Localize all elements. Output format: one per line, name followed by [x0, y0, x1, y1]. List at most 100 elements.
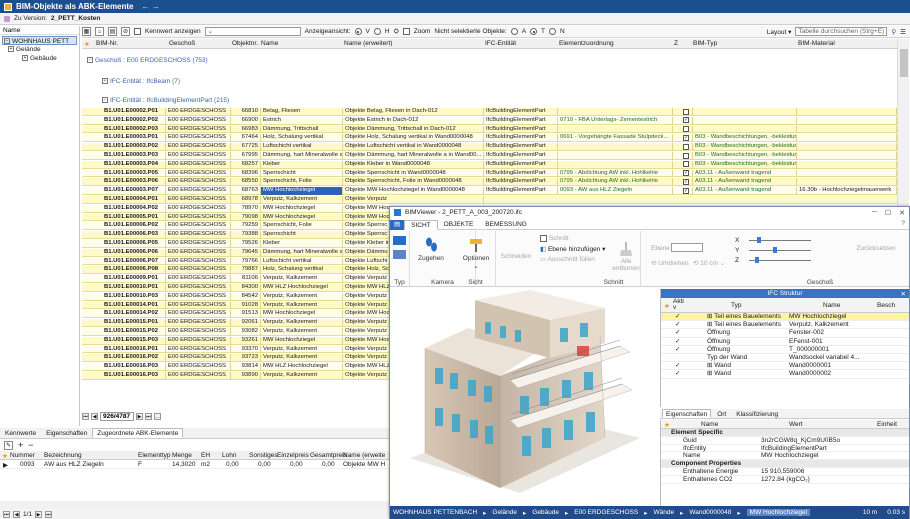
ifc-name[interactable]: Wand0000001 — [789, 362, 831, 370]
opt-t-radio[interactable] — [530, 28, 538, 35]
zugehen-button[interactable]: Zugehen — [418, 237, 444, 262]
cell-geschoss[interactable]: E00 ERDGESCHOSS — [166, 222, 231, 231]
schnitt-option[interactable]: Schnitt — [540, 235, 569, 242]
cell-bim-nr[interactable]: B1.U01.E00015.P01 — [102, 319, 166, 327]
cell-name[interactable]: Verputz, Kalkzement — [261, 319, 343, 327]
cell-zugeordnet-checkbox[interactable] — [681, 143, 693, 151]
bcol-eh[interactable]: EH — [201, 452, 210, 459]
cell-geschoss[interactable]: E00 ERDGESCHOSS — [166, 319, 231, 327]
cell-objektnr[interactable]: 93082 — [231, 328, 261, 336]
opt-n-radio[interactable] — [549, 28, 557, 35]
cell-bim-typ[interactable]: B03 - Wandbeschichtungen, -bekleidungen — [693, 160, 797, 169]
cell-name[interactable]: MW Hochlochziegel — [261, 187, 343, 195]
bcell-name[interactable]: Objekte MW H — [343, 461, 385, 468]
building-model-render[interactable] — [390, 288, 658, 506]
cell-objektnr[interactable]: 68550 — [231, 178, 261, 187]
distance-select[interactable]: ⟲ 10 cm ⌄ — [693, 259, 725, 267]
cell-geschoss[interactable]: E00 ERDGESCHOSS — [166, 248, 231, 257]
ifc-aktiv-check[interactable]: ✓ — [675, 329, 680, 337]
col-ifc[interactable]: IFC-Entität — [485, 40, 516, 47]
cell-geschoss[interactable]: E00 ERDGESCHOSS — [166, 134, 231, 143]
property-row[interactable]: Enthaltenes CO2 1272.84 (kgCO₂) — [661, 476, 909, 484]
ifc-row[interactable]: ✓ ⊞ Teil eines Bauelements MW Hochlochzieg… — [661, 313, 909, 322]
cell-bim-nr[interactable]: B1.U01.E00006.P06 — [102, 248, 166, 257]
minimize-icon[interactable]: ─ — [872, 209, 877, 217]
ebene-select[interactable] — [671, 243, 703, 252]
status-breadcrumb-item[interactable]: Wand0000048 — [689, 509, 731, 516]
cell-bim-nr[interactable]: B1.U01.E00010.P01 — [102, 284, 166, 292]
cell-name[interactable]: MW HLZ Hochlochziegel — [261, 363, 343, 371]
checkbox-tick[interactable]: ✓ — [683, 187, 689, 194]
cell-name-erweitert[interactable]: Objekte Sperrschicht in Wand0000048 — [343, 169, 484, 178]
view-mode-icon[interactable] — [393, 250, 406, 259]
cell-objektnr[interactable]: 81106 — [231, 275, 261, 283]
cell-objektnr[interactable]: 66983 — [231, 125, 261, 134]
cell-name-erweitert[interactable]: Objekte Estrich in Dach-012 — [343, 116, 484, 125]
cell-bim-nr[interactable]: B1.U01.E00010.P03 — [102, 292, 166, 301]
col-bim[interactable]: BIM-Nr. — [96, 40, 118, 47]
cell-elementzuordnung[interactable]: 0795 - Abdichtung AW inkl. Hohlkehle — [558, 178, 673, 187]
cell-objektnr[interactable]: 79645 — [231, 248, 261, 257]
cell-objektnr[interactable]: 66810 — [231, 108, 261, 116]
pager-option-icon[interactable]: … — [154, 412, 161, 420]
cell-zugeordnet-checkbox[interactable]: ✓ — [681, 178, 693, 187]
cell-ifc-entitaet[interactable]: IfcBuildingElementPart — [484, 108, 558, 116]
property-row[interactable]: Enthaltene Energie 15 910,559006 — [661, 468, 909, 476]
search-icon[interactable]: ⚲ — [891, 28, 896, 36]
cell-geschoss[interactable]: E00 ERDGESCHOSS — [166, 187, 231, 195]
cell-name[interactable]: Dämmung, hart Mineralwolle a — [261, 248, 343, 257]
cell-elementzuordnung[interactable]: 0691 - Vorgehängte Fassade Stulpdeck... — [558, 134, 673, 143]
ifc-typ[interactable]: ⊞ Teil eines Bauelements — [707, 321, 781, 329]
cell-bim-material[interactable] — [797, 160, 897, 169]
cell-objektnr[interactable]: 84300 — [231, 284, 261, 292]
cell-ifc-entitaet[interactable]: IfcBuildingElementPart — [484, 143, 558, 151]
cell-geschoss[interactable]: E00 ERDGESCHOSS — [166, 204, 231, 213]
cell-name[interactable]: Verputz, Kalkzement — [261, 301, 343, 310]
cell-name[interactable]: Sperrschicht, Folie — [261, 178, 343, 187]
cell-name[interactable]: Verputz, Kalkzement — [261, 292, 343, 301]
cell-bim-nr[interactable]: B1.U01.E00015.P03 — [102, 336, 166, 345]
col-name[interactable]: Name — [261, 40, 278, 47]
ifc-aktiv-check[interactable]: ✓ — [675, 362, 680, 370]
cube-view-icon[interactable] — [393, 236, 406, 245]
cell-geschoss[interactable]: E00 ERDGESCHOSS — [166, 301, 231, 310]
cell-bim-nr[interactable]: B1.U01.E00005.P01 — [102, 213, 166, 222]
first-page-icon[interactable]: ⏮ — [3, 510, 10, 518]
cell-bim-nr[interactable]: B1.U01.E00009.P01 — [102, 275, 166, 283]
collapse-icon[interactable]: − — [102, 97, 108, 104]
cell-bim-material[interactable] — [797, 125, 897, 134]
cell-objektnr[interactable]: 79766 — [231, 257, 261, 266]
tab-klassifizierung[interactable]: Klassifizierung — [732, 409, 782, 418]
ifc-aktiv-check[interactable]: ✓ — [675, 370, 680, 378]
cell-geschoss[interactable]: E00 ERDGESCHOSS — [166, 169, 231, 178]
cell-geschoss[interactable]: E00 ERDGESCHOSS — [166, 178, 231, 187]
layout-dropdown[interactable]: Layout ▾ — [767, 28, 792, 36]
cell-bim-nr[interactable]: B1.U01.E00002.P02 — [102, 116, 166, 125]
cell-objektnr[interactable]: 91513 — [231, 310, 261, 319]
cell-name[interactable]: Dämmung, Trittschall — [261, 125, 343, 134]
bcell-eh[interactable]: m2 — [201, 461, 210, 468]
cell-objektnr[interactable]: 91028 — [231, 301, 261, 310]
cell-elementzuordnung[interactable] — [558, 152, 673, 160]
schnitt-checkbox[interactable] — [540, 235, 547, 242]
cell-zugeordnet-checkbox[interactable]: ✓ — [681, 187, 693, 195]
cell-geschoss[interactable]: E00 ERDGESCHOSS — [166, 310, 231, 319]
bcell-gesamtpreis[interactable]: 0,00 — [322, 461, 335, 468]
ifc-typ[interactable]: Typ der Wand — [707, 354, 747, 362]
col-z[interactable]: Z — [674, 40, 678, 47]
table-row[interactable]: B1.U01.E00003.P04 E00 ERDGESCHOSS 68257 Kle… — [82, 160, 897, 169]
cell-geschoss[interactable]: E00 ERDGESCHOSS — [166, 354, 231, 363]
cell-geschoss[interactable]: E00 ERDGESCHOSS — [166, 196, 231, 204]
prop-col-einheit[interactable]: Einheit — [877, 421, 897, 428]
bcell-sonstiges[interactable]: 0,00 — [258, 461, 271, 468]
cell-geschoss[interactable]: E00 ERDGESCHOSS — [166, 160, 231, 169]
checkbox-tick[interactable]: ✓ — [683, 134, 689, 141]
cell-ifc-entitaet[interactable]: IfcBuildingElementPart — [484, 116, 558, 125]
cell-ifc-entitaet[interactable]: IfcBuildingElementPart — [484, 178, 558, 187]
cell-geschoss[interactable]: E00 ERDGESCHOSS — [166, 116, 231, 125]
cell-bim-typ[interactable]: A03.11 - Außenwand tragend — [693, 178, 797, 187]
collapse-icon[interactable]: − — [4, 38, 10, 45]
cell-bim-typ[interactable]: B03 - Wandbeschichtungen, -bekleidungen — [693, 134, 797, 143]
bottom-page-position[interactable]: 1/1 — [23, 511, 32, 518]
cell-elementzuordnung[interactable]: 0093 - AW aus HLZ Ziegeln — [558, 187, 673, 195]
